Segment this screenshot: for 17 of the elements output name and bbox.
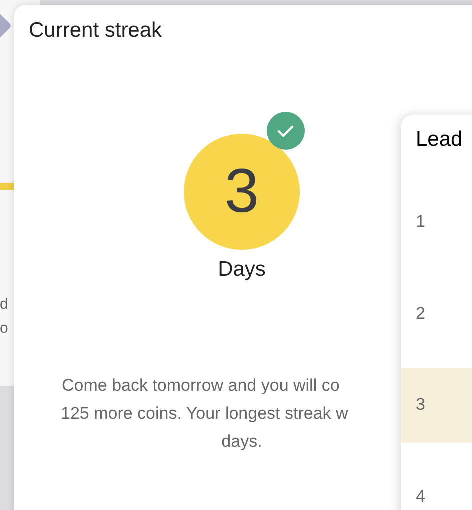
card-title: Lead	[415, 127, 464, 152]
card-title: Current streak	[28, 18, 162, 43]
leaderboard-row[interactable]: 4	[401, 459, 472, 510]
partial-text: d	[0, 295, 8, 315]
leaderboard-row[interactable]: 1	[401, 184, 472, 260]
streak-count: 3	[224, 161, 260, 223]
partial-text: o	[0, 319, 8, 339]
message-text: Come back tomorrow and you will co	[62, 375, 340, 397]
leaderboard-row[interactable]: 2	[401, 276, 472, 352]
days-label: Days	[217, 258, 267, 282]
message-text: 125 more coins. Your longest streak w	[61, 403, 348, 425]
rank-number: 4	[416, 487, 426, 508]
leaderboard-row[interactable]: 3	[401, 368, 472, 444]
rank-number: 1	[416, 212, 426, 232]
rank-number: 2	[416, 304, 426, 324]
rank-number: 3	[416, 395, 426, 416]
message-text: days.	[222, 431, 262, 453]
